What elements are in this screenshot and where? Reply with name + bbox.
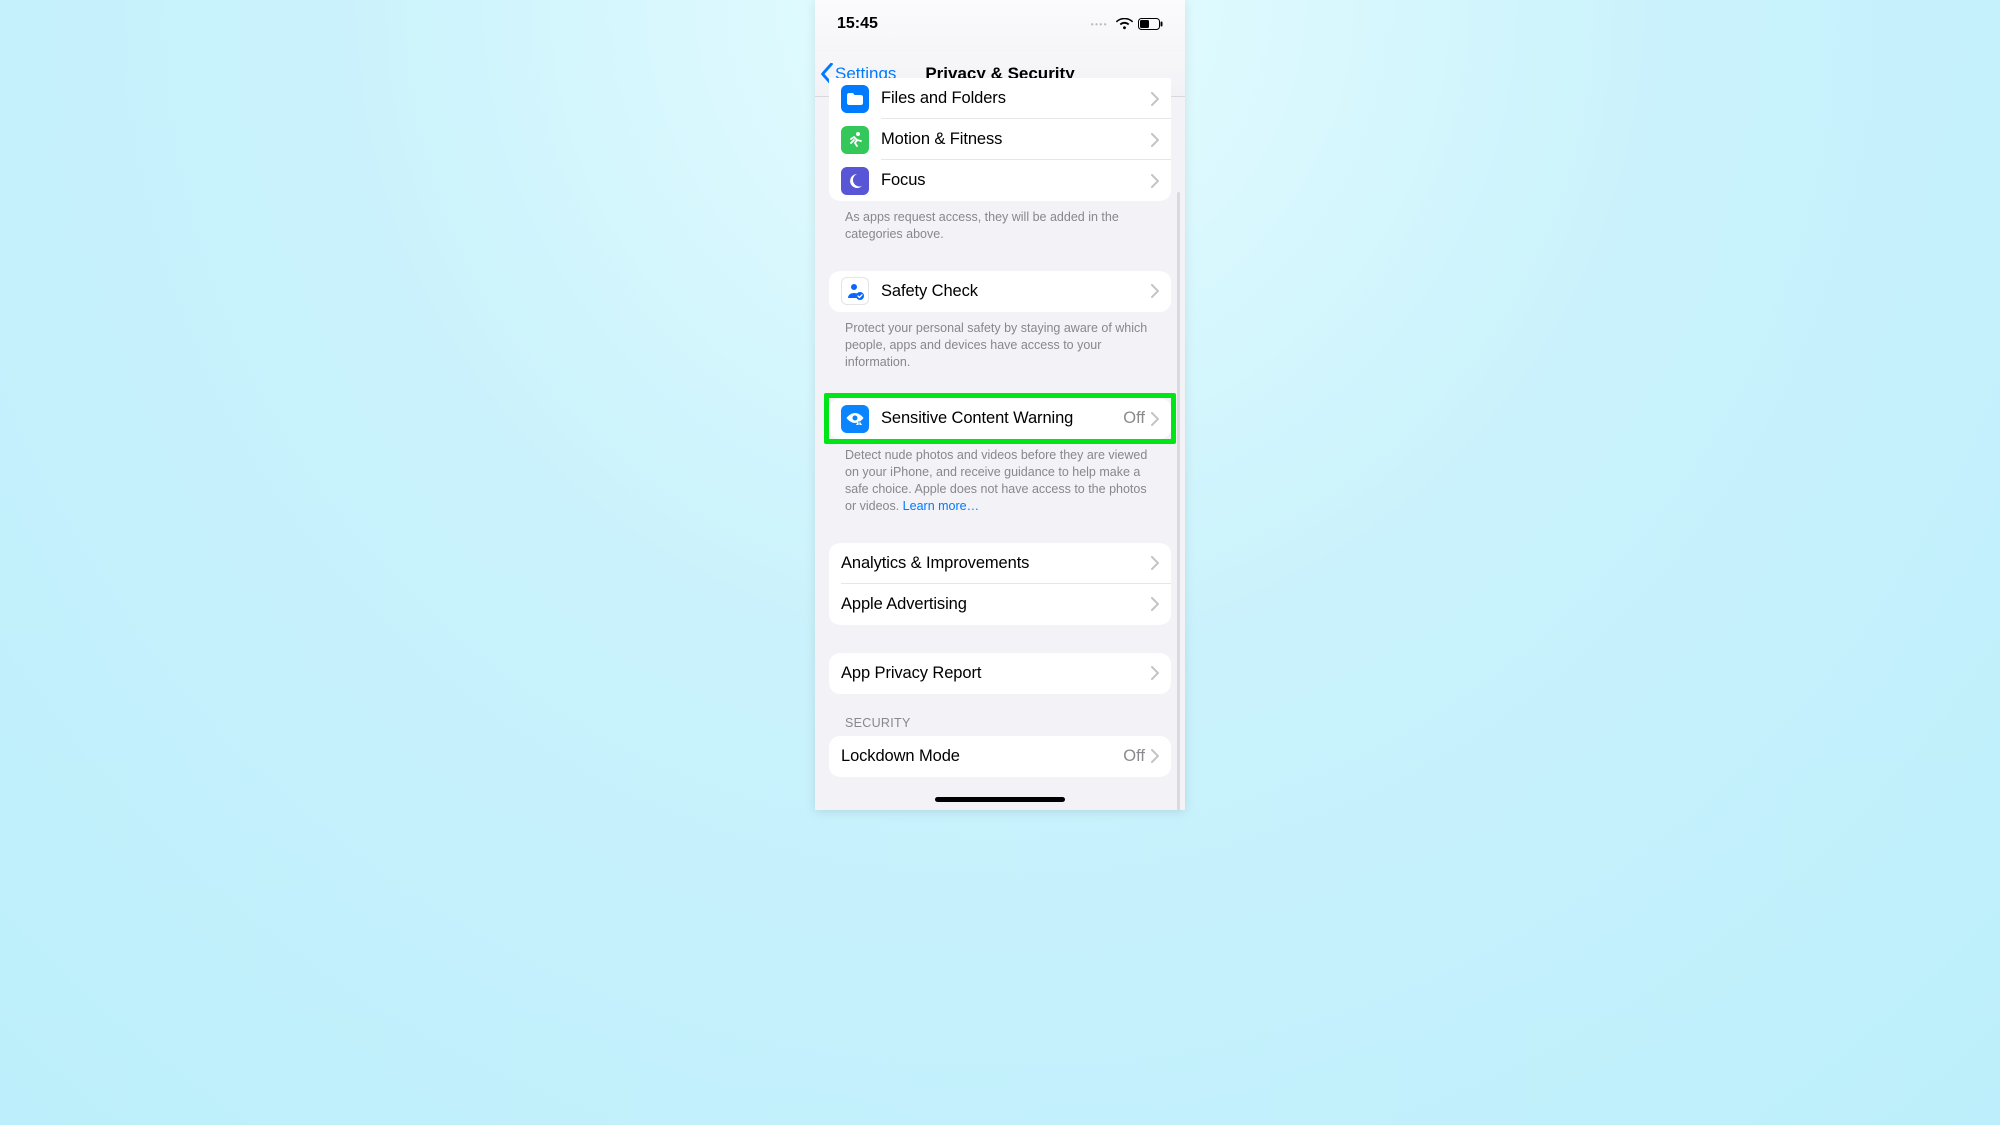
row-value: Off [1123,747,1145,766]
safety-check-icon [841,277,869,305]
chevron-right-icon [1151,749,1159,763]
chevron-right-icon [1151,174,1159,188]
phone-frame: 15:45 •••• Settings Privacy & Security [815,0,1185,810]
section-header-security: SECURITY [845,716,1155,730]
status-bar: 15:45 •••• [815,0,1185,52]
row-label: Sensitive Content Warning [881,409,1123,428]
battery-icon [1138,18,1163,30]
group-sensitive-content: Sensitive Content Warning Off [829,398,1171,439]
row-apple-advertising[interactable]: Apple Advertising [829,584,1171,625]
group-access-footer: As apps request access, they will be add… [845,209,1155,243]
row-label: Analytics & Improvements [841,554,1151,573]
row-label: Motion & Fitness [881,130,1151,149]
row-label: Focus [881,171,1151,190]
wifi-icon [1116,18,1133,30]
chevron-right-icon [1151,597,1159,611]
row-focus[interactable]: Focus [829,160,1171,201]
folder-icon [841,85,869,113]
safety-check-footer: Protect your personal safety by staying … [845,320,1155,371]
status-icons: •••• [1091,18,1163,30]
sensitive-content-footer: Detect nude photos and videos before the… [845,447,1155,515]
running-icon [841,126,869,154]
row-label: Files and Folders [881,89,1151,108]
scrollbar[interactable] [1177,192,1180,810]
group-analytics: Analytics & Improvements Apple Advertisi… [829,543,1171,625]
row-analytics[interactable]: Analytics & Improvements [829,543,1171,584]
row-files-folders[interactable]: Files and Folders [829,78,1171,119]
group-safety-check: Safety Check [829,271,1171,312]
chevron-right-icon [1151,666,1159,680]
row-label: Lockdown Mode [841,747,1123,766]
row-motion-fitness[interactable]: Motion & Fitness [829,119,1171,160]
settings-scroll[interactable]: Files and Folders Motion & Fitness Focus [815,92,1185,810]
row-lockdown-mode[interactable]: Lockdown Mode Off [829,736,1171,777]
moon-icon [841,167,869,195]
group-lockdown: Lockdown Mode Off [829,736,1171,777]
row-app-privacy-report[interactable]: App Privacy Report [829,653,1171,694]
eye-warning-icon [841,405,869,433]
chevron-right-icon [1151,412,1159,426]
group-access: Files and Folders Motion & Fitness Focus [829,78,1171,201]
row-sensitive-content-warning[interactable]: Sensitive Content Warning Off [829,398,1171,439]
row-label: App Privacy Report [841,664,1151,683]
status-time: 15:45 [837,15,878,33]
group-app-privacy: App Privacy Report [829,653,1171,694]
cellular-dots-icon: •••• [1091,20,1108,29]
chevron-right-icon [1151,556,1159,570]
row-label: Apple Advertising [841,595,1151,614]
row-value: Off [1123,409,1145,428]
chevron-right-icon [1151,284,1159,298]
learn-more-link[interactable]: Learn more… [903,499,979,513]
row-safety-check[interactable]: Safety Check [829,271,1171,312]
home-indicator[interactable] [935,797,1065,802]
chevron-right-icon [1151,92,1159,106]
chevron-right-icon [1151,133,1159,147]
row-label: Safety Check [881,282,1151,301]
